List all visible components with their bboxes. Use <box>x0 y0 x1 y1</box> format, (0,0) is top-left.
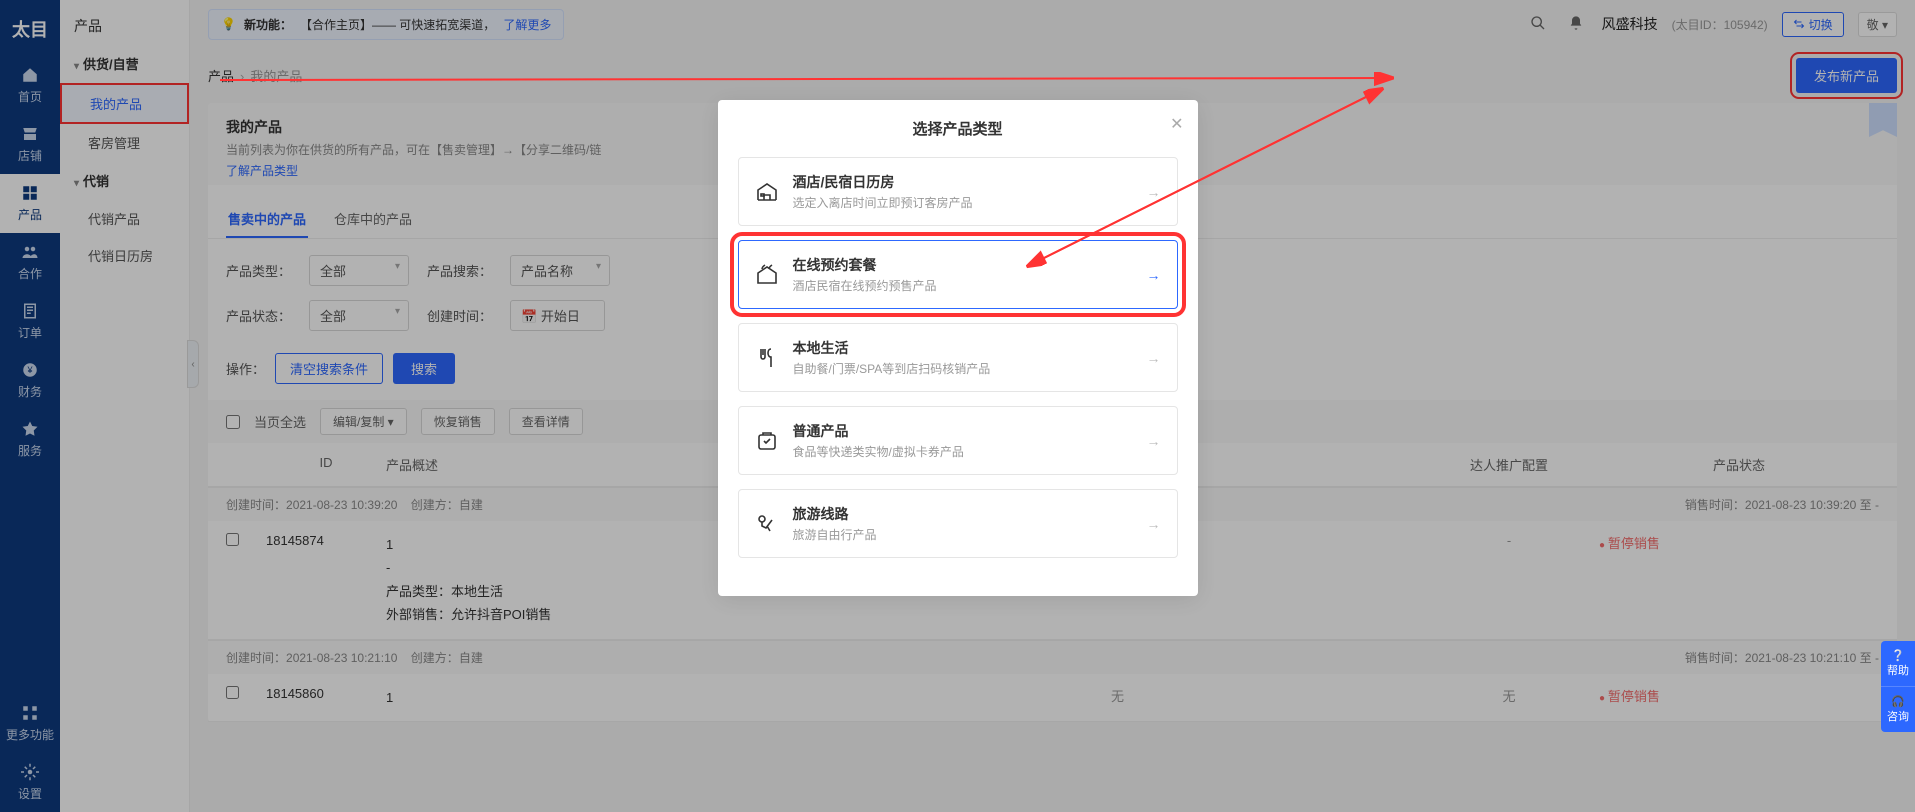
option-package[interactable]: 在线预约套餐酒店民宿在线预约预售产品 → <box>738 240 1178 309</box>
arrow-right-icon: → <box>1147 516 1161 532</box>
float-consult-button[interactable]: 🎧咨询 <box>1881 686 1915 732</box>
travel-icon <box>755 512 779 536</box>
product-type-modal: ✕ 选择产品类型 酒店/民宿日历房选定入离店时间立即预订客房产品 → 在线预约套… <box>718 100 1198 596</box>
float-help-button[interactable]: ❔帮助 <box>1881 641 1915 686</box>
float-help: ❔帮助 🎧咨询 <box>1881 641 1915 732</box>
option-travel[interactable]: 旅游线路旅游自由行产品 → <box>738 489 1178 558</box>
arrow-right-icon: → <box>1147 267 1161 283</box>
local-icon <box>755 346 779 370</box>
arrow-right-icon: → <box>1147 350 1161 366</box>
option-goods[interactable]: 普通产品食品等快递类实物/虚拟卡券产品 → <box>738 406 1178 475</box>
modal-mask[interactable]: ✕ 选择产品类型 酒店/民宿日历房选定入离店时间立即预订客房产品 → 在线预约套… <box>0 0 1915 812</box>
goods-icon <box>755 429 779 453</box>
option-hotel[interactable]: 酒店/民宿日历房选定入离店时间立即预订客房产品 → <box>738 157 1178 226</box>
arrow-right-icon: → <box>1147 433 1161 449</box>
modal-title: 选择产品类型 <box>738 118 1178 139</box>
arrow-right-icon: → <box>1147 184 1161 200</box>
package-icon <box>755 263 779 287</box>
option-local[interactable]: 本地生活自助餐/门票/SPA等到店扫码核销产品 → <box>738 323 1178 392</box>
hotel-icon <box>755 180 779 204</box>
close-icon[interactable]: ✕ <box>1170 114 1183 134</box>
